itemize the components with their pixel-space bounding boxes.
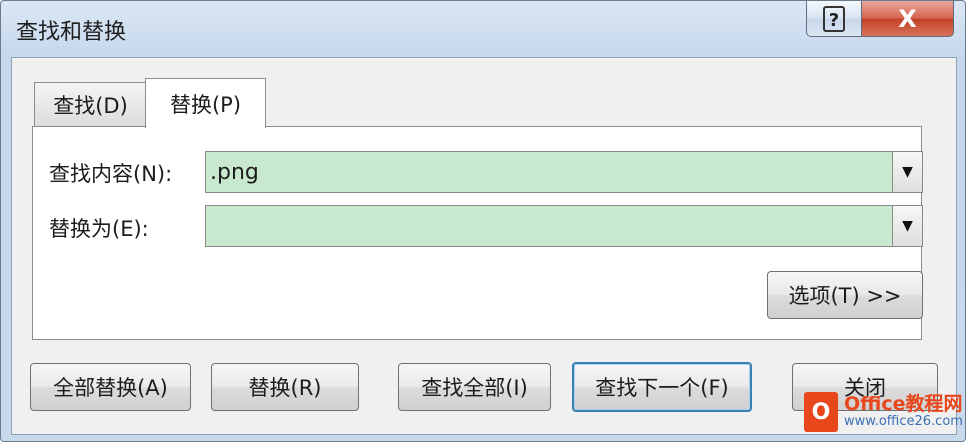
- replace-button[interactable]: 替换(R): [211, 363, 359, 411]
- watermark-brand: Office教程网: [844, 393, 963, 416]
- find-what-input[interactable]: [206, 152, 892, 192]
- replace-with-input[interactable]: [206, 206, 892, 246]
- find-all-button[interactable]: 查找全部(I): [398, 363, 551, 411]
- find-what-dropdown[interactable]: ▼: [892, 152, 922, 192]
- close-icon: X: [898, 4, 917, 33]
- close-window-button[interactable]: X: [861, 1, 954, 37]
- tab-replace[interactable]: 替换(P): [145, 78, 266, 128]
- office-logo-icon: O: [804, 392, 838, 432]
- replace-all-button[interactable]: 全部替换(A): [30, 363, 191, 411]
- find-next-button[interactable]: 查找下一个(F): [572, 362, 752, 412]
- chevron-down-icon: ▼: [902, 218, 913, 234]
- help-button[interactable]: ?: [806, 1, 862, 37]
- replace-with-label: 替换为(E):: [49, 217, 149, 241]
- replace-with-dropdown[interactable]: ▼: [892, 206, 922, 246]
- find-replace-dialog: 查找和替换 ? X 查找(D) 替换(P) 查找内容(N): ▼ 替换为(E):…: [0, 0, 966, 442]
- tab-panel-replace: 查找内容(N): ▼ 替换为(E): ▼ 选项(T) >>: [32, 126, 923, 340]
- replace-with-combo[interactable]: ▼: [205, 205, 923, 247]
- find-what-label: 查找内容(N):: [49, 162, 173, 186]
- tab-find[interactable]: 查找(D): [34, 82, 147, 127]
- watermark-logo: O Office教程网 www.office26.com: [804, 392, 963, 432]
- chevron-down-icon: ▼: [902, 164, 913, 180]
- dialog-body: 查找(D) 替换(P) 查找内容(N): ▼ 替换为(E): ▼ 选项(T) >…: [11, 57, 957, 435]
- find-what-combo[interactable]: ▼: [205, 151, 923, 193]
- dialog-title: 查找和替换: [16, 20, 127, 45]
- help-icon: ?: [823, 5, 845, 32]
- options-button[interactable]: 选项(T) >>: [767, 271, 923, 319]
- watermark-url: www.office26.com: [844, 414, 963, 430]
